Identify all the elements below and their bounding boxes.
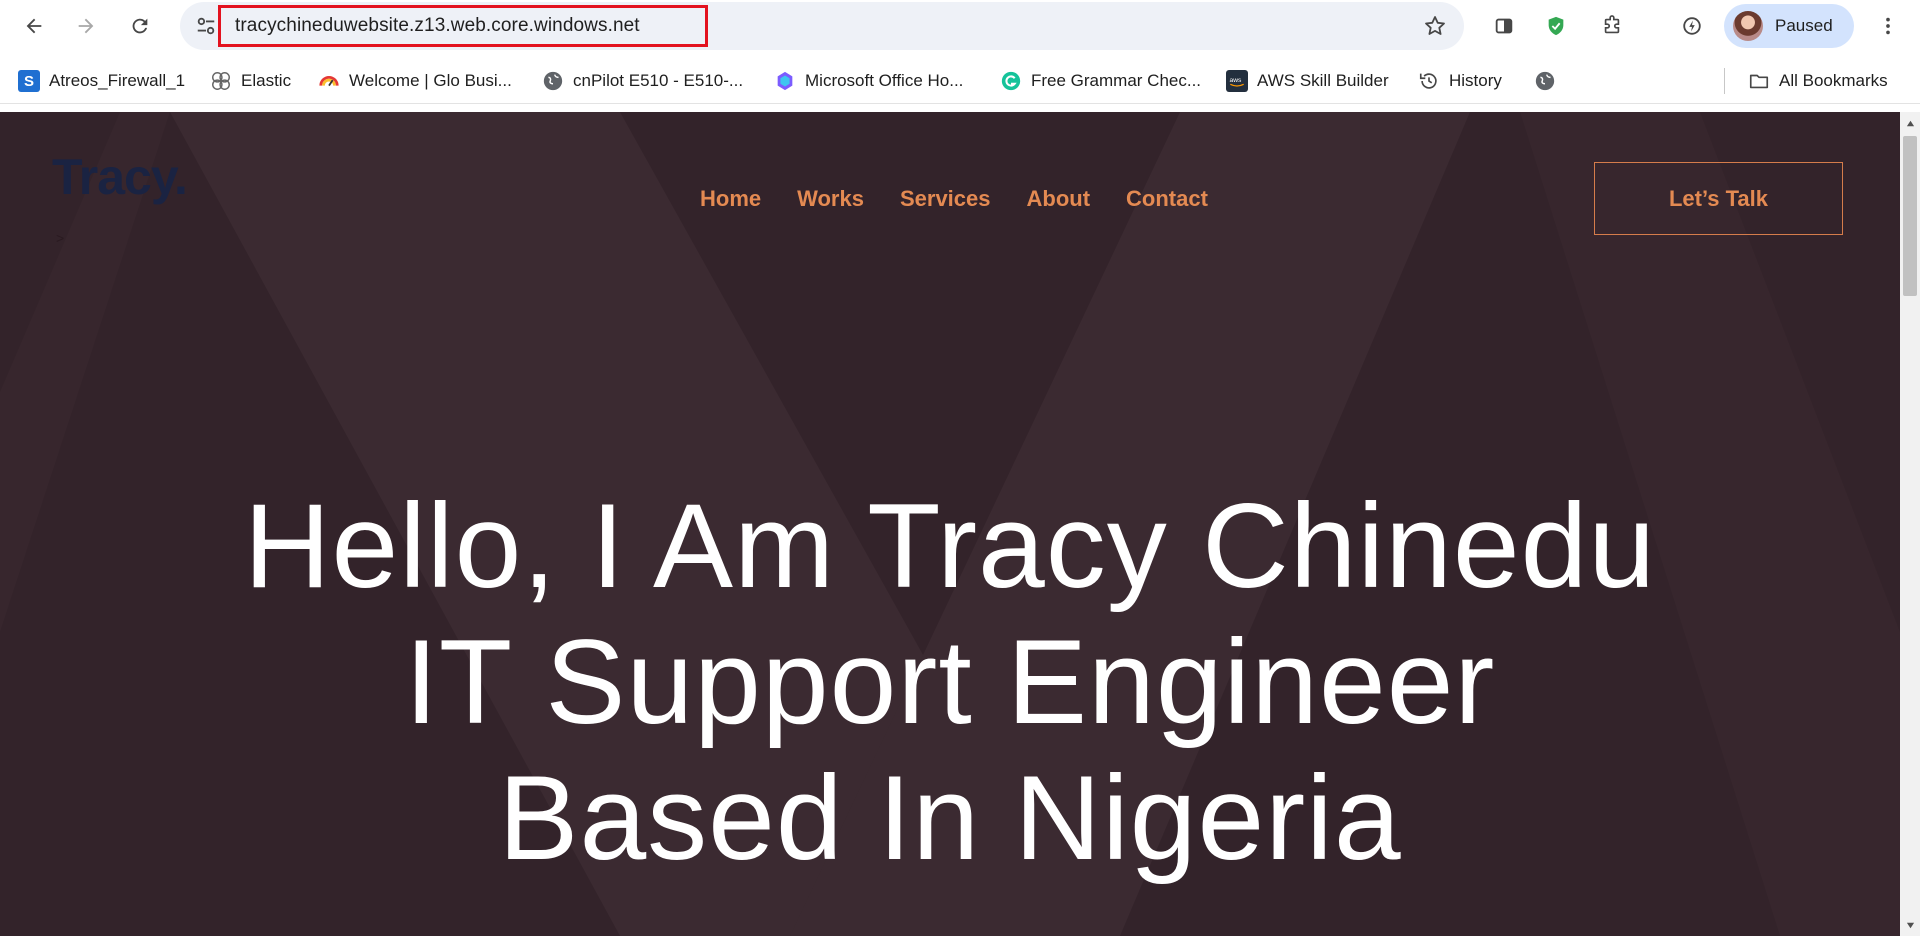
bookmark-label: Microsoft Office Ho... — [805, 71, 964, 90]
triangle-up-icon — [1906, 120, 1914, 126]
scroll-thumb[interactable] — [1903, 136, 1917, 296]
bookmark-label: Free Grammar Chec... — [1031, 71, 1202, 90]
nav-works[interactable]: Works — [797, 186, 864, 212]
bookmark-aws-skill-builder[interactable]: aws AWS Skill Builder — [1226, 67, 1389, 95]
nav-services[interactable]: Services — [900, 186, 991, 212]
glo-gauge-icon — [318, 70, 340, 92]
bookmark-microsoft-office[interactable]: Microsoft Office Ho... — [774, 67, 963, 95]
bookmark-elastic[interactable]: Elastic — [210, 67, 291, 95]
puzzle-icon — [1604, 15, 1620, 34]
extensions-button[interactable] — [1592, 6, 1632, 46]
bookmark-globe[interactable] — [1534, 67, 1565, 95]
nav-contact[interactable]: Contact — [1126, 186, 1208, 212]
s-logo-icon: S — [18, 70, 40, 92]
hero-line-2: IT Support Engineer — [404, 615, 1496, 749]
reload-button[interactable] — [120, 6, 160, 46]
logo-caret: > — [56, 230, 65, 246]
url-text[interactable]: tracychineduwebsite.z13.web.core.windows… — [235, 15, 640, 37]
globe-icon — [542, 70, 564, 92]
grammarly-icon — [1000, 70, 1022, 92]
lets-talk-button[interactable]: Let’s Talk — [1594, 162, 1843, 235]
bookmark-grammar-checker[interactable]: Free Grammar Chec... — [1000, 67, 1201, 95]
nav-home[interactable]: Home — [700, 186, 761, 212]
history-icon — [1418, 70, 1440, 92]
nav-about[interactable]: About — [1027, 186, 1091, 212]
all-bookmarks-button[interactable]: All Bookmarks — [1748, 67, 1888, 95]
bookmark-history[interactable]: History — [1418, 67, 1502, 95]
reading-mode-button[interactable] — [1484, 6, 1524, 46]
bookmark-label: History — [1449, 71, 1502, 90]
reload-icon — [132, 18, 148, 34]
scroll-down-button[interactable] — [1900, 914, 1920, 936]
bookmark-atreos-firewall[interactable]: S Atreos_Firewall_1 — [18, 67, 185, 95]
arrow-right-icon — [78, 18, 94, 34]
site-nav: Home Works Services About Contact — [700, 186, 1208, 212]
elastic-icon — [210, 70, 232, 92]
triangle-down-icon — [1906, 922, 1914, 928]
performance-button[interactable] — [1672, 6, 1712, 46]
profile-status-label: Paused — [1775, 16, 1833, 35]
site-logo[interactable]: Tracy. — [52, 148, 188, 206]
address-bar[interactable]: tracychineduwebsite.z13.web.core.windows… — [180, 2, 1464, 50]
bookmark-star-button[interactable] — [1420, 11, 1450, 41]
bookmarks-bar: S Atreos_Firewall_1 Elastic Welcome | Gl… — [0, 58, 1920, 104]
kebab-menu-icon — [1886, 17, 1890, 35]
back-button[interactable] — [14, 6, 54, 46]
bookmark-glo-business[interactable]: Welcome | Glo Busi... — [318, 67, 512, 95]
avatar — [1733, 11, 1763, 41]
bookmark-label: cnPilot E510 - E510-... — [573, 71, 744, 90]
star-icon — [1425, 16, 1445, 35]
page-scrollbar[interactable] — [1900, 112, 1920, 936]
microsoft-office-icon — [774, 70, 796, 92]
hero-heading: Hello, I Am Tracy Chinedu IT Support Eng… — [0, 478, 1900, 886]
tune-icon — [197, 17, 215, 35]
arrow-left-icon — [26, 18, 42, 34]
bookmark-label: AWS Skill Builder — [1257, 71, 1389, 90]
bookmarks-divider — [1724, 68, 1725, 94]
browser-menu-button[interactable] — [1868, 6, 1908, 46]
webpage-viewport: Tracy. > Home Works Services About Conta… — [0, 112, 1900, 936]
hero-line-3: Based In Nigeria — [498, 751, 1402, 885]
hero-line-1: Hello, I Am Tracy Chinedu — [243, 479, 1657, 613]
scroll-up-button[interactable] — [1900, 112, 1920, 134]
adblock-extension-button[interactable] — [1536, 6, 1576, 46]
shield-check-icon — [1548, 16, 1564, 36]
bookmark-cnpilot[interactable]: cnPilot E510 - E510-... — [542, 67, 743, 95]
profile-button[interactable]: Paused — [1724, 4, 1854, 48]
aws-icon: aws — [1226, 70, 1248, 92]
folder-icon — [1748, 70, 1770, 92]
speedometer-icon — [1683, 17, 1701, 35]
svg-text:aws: aws — [1230, 77, 1243, 84]
bookmark-label: Atreos_Firewall_1 — [49, 71, 186, 90]
globe-icon — [1534, 70, 1556, 92]
bookmark-label: Elastic — [241, 71, 292, 90]
bookmark-label: Welcome | Glo Busi... — [349, 71, 512, 90]
browser-toolbar: tracychineduwebsite.z13.web.core.windows… — [0, 0, 1920, 52]
forward-button[interactable] — [66, 6, 106, 46]
side-panel-icon — [1495, 18, 1513, 34]
all-bookmarks-label: All Bookmarks — [1779, 71, 1888, 90]
